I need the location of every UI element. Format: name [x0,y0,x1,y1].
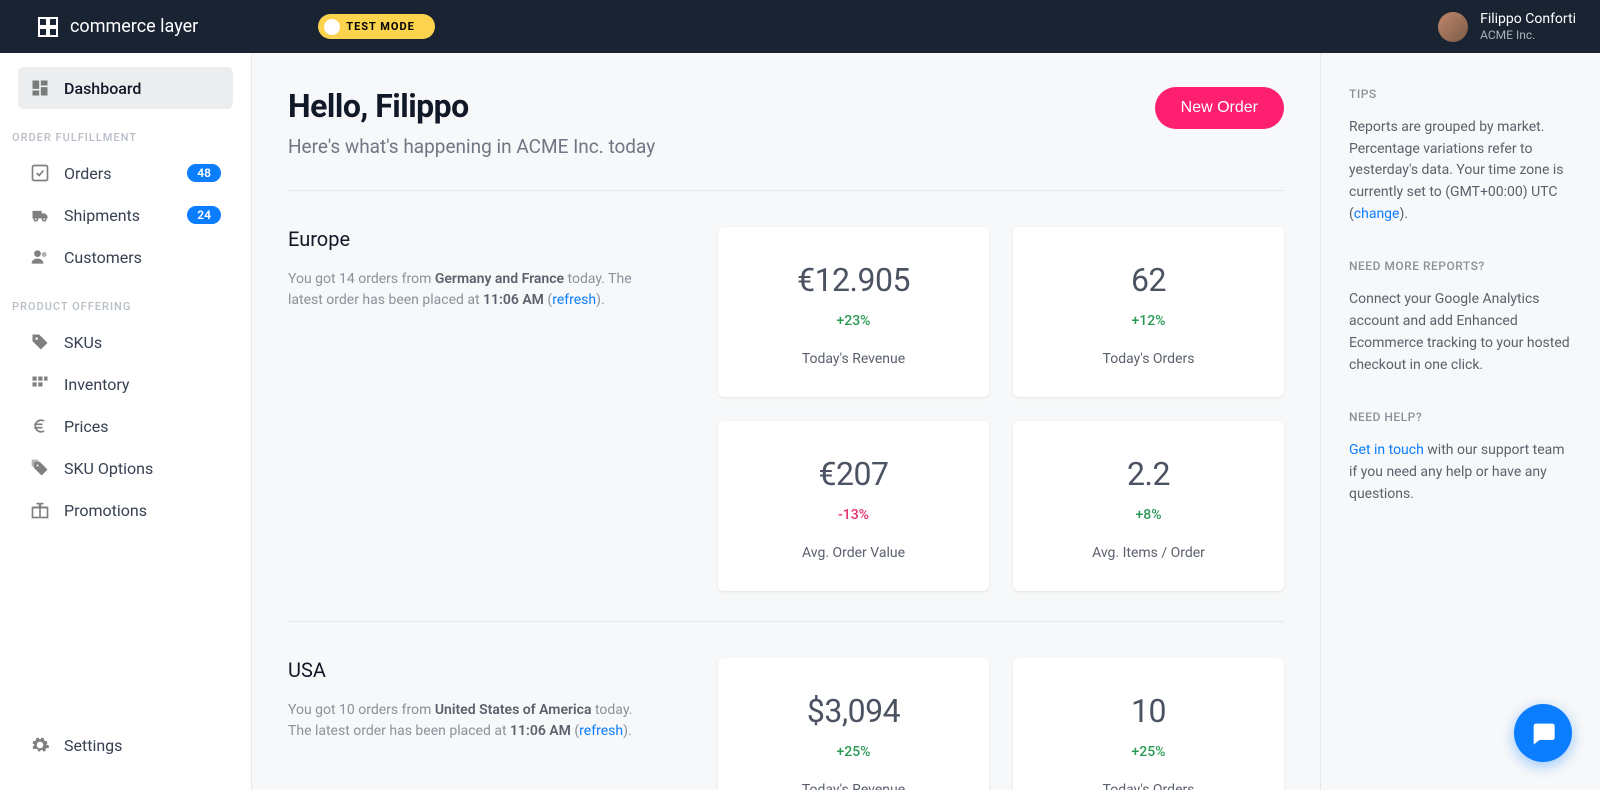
stat-value: 10 [1033,692,1264,730]
main-content: Hello, Filippo Here's what's happening i… [252,53,1320,790]
stat-value: $3,094 [738,692,969,730]
sidebar-item-label: SKUs [64,333,221,352]
page-subtitle: Here's what's happening in ACME Inc. tod… [288,135,655,158]
market-description: You got 14 orders from Germany and Franc… [288,269,658,311]
stat-label: Today's Orders [1033,782,1264,790]
stat-change: +12% [1033,313,1264,329]
chat-icon [1529,719,1557,747]
gift-icon [30,500,50,520]
sidebar-item-label: Shipments [64,206,173,225]
stat-label: Today's Orders [1033,351,1264,367]
stat-label: Avg. Items / Order [1033,545,1264,561]
sidebar-item-label: Inventory [64,375,221,394]
sidebar-item-skus[interactable]: SKUs [18,321,233,363]
sidebar-item-label: SKU Options [64,459,221,478]
sidebar-section-product: PRODUCT OFFERING [0,278,251,321]
sidebar-item-shipments[interactable]: Shipments 24 [18,194,233,236]
inventory-icon [30,374,50,394]
chat-button[interactable] [1514,704,1572,762]
stat-card-orders: 10 +25% Today's Orders [1013,658,1284,790]
stat-value: 2.2 [1033,455,1264,493]
sidebar-item-label: Customers [64,248,221,267]
page-title: Hello, Filippo [288,87,655,125]
market-section-europe: Europe You got 14 orders from Germany an… [288,191,1284,622]
tips-text: Reports are grouped by market. Percentag… [1349,117,1572,225]
market-description: You got 10 orders from United States of … [288,700,658,742]
sidebar-item-promotions[interactable]: Promotions [18,489,233,531]
stat-label: Today's Revenue [738,351,969,367]
market-name: Europe [288,227,658,251]
sidebar-item-prices[interactable]: Prices [18,405,233,447]
stat-change: +25% [738,744,969,760]
get-in-touch-link[interactable]: Get in touch [1349,442,1424,458]
stat-change: +25% [1033,744,1264,760]
orders-badge: 48 [187,164,221,182]
sidebar-item-label: Dashboard [64,79,221,98]
user-name: Filippo Conforti [1480,11,1576,28]
sidebar-item-label: Orders [64,164,173,183]
orders-icon [30,163,50,183]
gear-icon [30,735,50,755]
stat-change: +23% [738,313,969,329]
stat-value: €12.905 [738,261,969,299]
brand-logo[interactable]: commerce layer [36,15,198,39]
sidebar-item-inventory[interactable]: Inventory [18,363,233,405]
brand-name: commerce layer [70,16,198,37]
tips-panel: TIPS Reports are grouped by market. Perc… [1320,53,1600,790]
tag-icon [30,332,50,352]
help-heading: NEED HELP? [1349,410,1572,424]
reports-text: Connect your Google Analytics account an… [1349,289,1572,376]
tags-icon [30,458,50,478]
stat-card-aov: €207 -13% Avg. Order Value [718,421,989,591]
sidebar-section-fulfillment: ORDER FULFILLMENT [0,109,251,152]
stat-label: Avg. Order Value [738,545,969,561]
user-menu[interactable]: Filippo Conforti ACME Inc. [1438,11,1576,42]
topbar: commerce layer TEST MODE Filippo Confort… [0,0,1600,53]
sidebar-item-settings[interactable]: Settings [18,724,233,766]
stat-card-orders: 62 +12% Today's Orders [1013,227,1284,397]
sidebar-item-dashboard[interactable]: Dashboard [18,67,233,109]
market-section-usa: USA You got 10 orders from United States… [288,622,1284,790]
stat-card-revenue: $3,094 +25% Today's Revenue [718,658,989,790]
new-order-button[interactable]: New Order [1155,87,1284,129]
stat-change: -13% [738,507,969,523]
stat-card-items: 2.2 +8% Avg. Items / Order [1013,421,1284,591]
tips-heading: TIPS [1349,87,1572,101]
shipments-badge: 24 [187,206,221,224]
test-mode-badge[interactable]: TEST MODE [318,14,435,39]
dashboard-icon [30,78,50,98]
refresh-link[interactable]: refresh [579,723,623,739]
customers-icon [30,247,50,267]
sidebar-item-customers[interactable]: Customers [18,236,233,278]
user-org: ACME Inc. [1480,28,1576,42]
reports-heading: NEED MORE REPORTS? [1349,259,1572,273]
page-header: Hello, Filippo Here's what's happening i… [288,87,1284,191]
stat-change: +8% [1033,507,1264,523]
sidebar-item-label: Settings [64,736,221,755]
euro-icon [30,416,50,436]
market-name: USA [288,658,658,682]
sidebar-item-sku-options[interactable]: SKU Options [18,447,233,489]
sidebar-item-orders[interactable]: Orders 48 [18,152,233,194]
change-tz-link[interactable]: change [1354,206,1400,222]
sidebar-item-label: Prices [64,417,221,436]
shipments-icon [30,205,50,225]
refresh-link[interactable]: refresh [552,292,596,308]
stat-value: 62 [1033,261,1264,299]
sidebar: Dashboard ORDER FULFILLMENT Orders 48 Sh… [0,53,252,790]
stat-label: Today's Revenue [738,782,969,790]
sidebar-item-label: Promotions [64,501,221,520]
logo-icon [36,15,60,39]
avatar [1438,12,1468,42]
help-text: Get in touch with our support team if yo… [1349,440,1572,505]
stat-value: €207 [738,455,969,493]
stat-card-revenue: €12.905 +23% Today's Revenue [718,227,989,397]
